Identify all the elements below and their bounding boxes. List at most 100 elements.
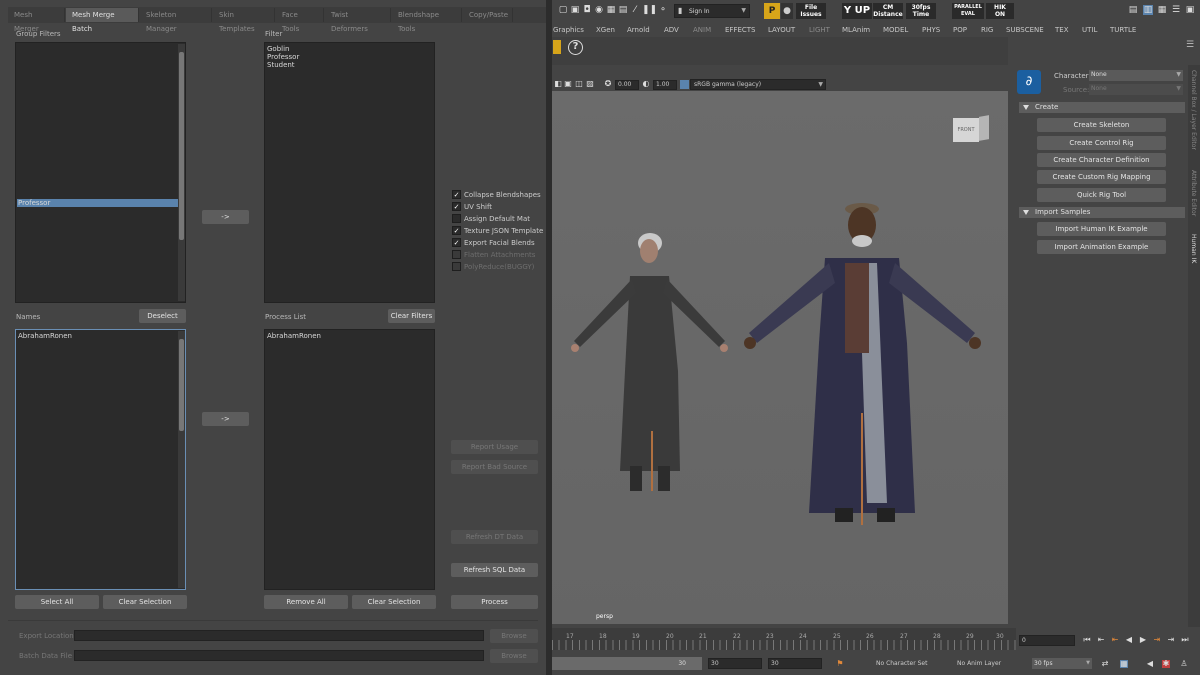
shelf-tab-subscene[interactable]: SUBSCENE: [1006, 24, 1044, 36]
process-list[interactable]: AbrahamRonen: [264, 329, 435, 590]
shelf-tab-layout[interactable]: LAYOUT: [768, 24, 795, 36]
deselect-button[interactable]: Deselect: [139, 309, 186, 323]
create-section-header[interactable]: Create: [1019, 102, 1185, 113]
scrollbar[interactable]: [178, 44, 185, 301]
import-samples-section-header[interactable]: Import Samples: [1019, 207, 1185, 218]
view-icon[interactable]: ◧: [553, 79, 563, 89]
anim-end-field[interactable]: 30: [768, 658, 822, 669]
help-icon[interactable]: ?: [568, 40, 583, 55]
import-animation-example-button[interactable]: Import Animation Example: [1037, 240, 1166, 254]
layout-icon[interactable]: ▥: [1143, 5, 1153, 15]
panel-icon[interactable]: ▦: [1157, 5, 1167, 15]
color-space-dropdown[interactable]: sRGB gamma (legacy) ▼: [690, 79, 826, 90]
create-custom-rig-mapping-button[interactable]: Create Custom Rig Mapping: [1037, 170, 1166, 184]
create-character-definition-button[interactable]: Create Character Definition: [1037, 153, 1166, 167]
clear-filters-button[interactable]: Clear Filters: [388, 309, 435, 323]
scrollbar[interactable]: [178, 331, 185, 588]
exposure-field[interactable]: 0.00: [615, 80, 639, 90]
fps-dropdown[interactable]: 30 fps ▼: [1032, 658, 1092, 669]
quick-rig-tool-button[interactable]: Quick Rig Tool: [1037, 188, 1166, 202]
group-filters-list[interactable]: Professor: [15, 42, 186, 303]
tab-blendshape-tools[interactable]: Blendshape Tools: [392, 8, 462, 33]
scrollbar-thumb[interactable]: [179, 339, 184, 431]
gamma-icon[interactable]: ◐: [641, 79, 651, 89]
character-model-student[interactable]: [570, 231, 735, 506]
key-icon[interactable]: ⚑: [836, 660, 844, 668]
create-control-rig-button[interactable]: Create Control Rig: [1037, 136, 1166, 150]
gamma-field[interactable]: 1.00: [653, 80, 677, 90]
report-bad-source-button[interactable]: Report Bad Source: [451, 460, 538, 474]
refresh-sql-data-button[interactable]: Refresh SQL Data: [451, 563, 538, 577]
character-dropdown[interactable]: None ▼: [1089, 70, 1183, 81]
side-tab-attribute-editor[interactable]: Attribute Editor: [1190, 170, 1197, 216]
shelf-tab-phys[interactable]: PHYS: [922, 24, 940, 36]
film-icon[interactable]: ◫: [574, 79, 584, 89]
camera-icon[interactable]: ◘: [582, 5, 592, 15]
list-item-process[interactable]: AbrahamRonen: [267, 332, 321, 340]
view-cube-front[interactable]: FRONT: [953, 118, 979, 142]
tool-icon[interactable]: ⚬: [658, 5, 668, 15]
y-up-button[interactable]: Y UP: [842, 3, 872, 19]
checkbox[interactable]: ✓: [452, 226, 461, 235]
folder-icon[interactable]: ▢: [558, 5, 568, 15]
record-icon[interactable]: ●: [781, 3, 793, 19]
batch-browse-button[interactable]: Browse: [490, 649, 538, 663]
character-set-dropdown[interactable]: No Character Set: [874, 658, 948, 669]
step-back-key-icon[interactable]: ⇤: [1097, 636, 1105, 644]
list-icon[interactable]: ☰: [1171, 5, 1181, 15]
shelf-tab-pop[interactable]: POP: [953, 24, 967, 36]
image-icon[interactable]: ▤: [618, 5, 628, 15]
shelf-tab-graphics[interactable]: Graphics: [553, 24, 584, 36]
wire-icon[interactable]: ▨: [585, 79, 595, 89]
side-tab-human-ik[interactable]: Human IK: [1190, 234, 1197, 263]
select-all-button[interactable]: Select All: [15, 595, 99, 609]
shelf-tab-arnold[interactable]: Arnold: [627, 24, 650, 36]
checkbox[interactable]: ✓: [452, 190, 461, 199]
shelf-tab-adv[interactable]: ADV: [664, 24, 679, 36]
tab-skeleton-manager[interactable]: Skeleton Manager: [140, 8, 212, 33]
tab-face-tools[interactable]: Face Tools: [276, 8, 324, 33]
export-browse-button[interactable]: Browse: [490, 629, 538, 643]
tab-skin-templates[interactable]: Skin Templates: [213, 8, 275, 33]
checkbox[interactable]: [452, 214, 461, 223]
anim-layer-dropdown[interactable]: No Anim Layer: [955, 658, 1027, 669]
report-usage-button[interactable]: Report Usage: [451, 440, 538, 454]
loop-icon[interactable]: ⇄: [1101, 660, 1109, 668]
shelf-tab-anim[interactable]: ANIM: [693, 24, 711, 36]
create-skeleton-button[interactable]: Create Skeleton: [1037, 118, 1166, 132]
range-slider[interactable]: 30: [552, 657, 702, 670]
play-backward-icon[interactable]: ◀: [1125, 636, 1133, 644]
tab-twist-deformers[interactable]: Twist Deformers: [325, 8, 391, 33]
play-forward-icon[interactable]: ▶: [1139, 636, 1147, 644]
shelf-tab-tex[interactable]: TEX: [1055, 24, 1069, 36]
pause-icon[interactable]: ❚❚: [642, 5, 657, 15]
shelf-tab-effects[interactable]: EFFECTS: [725, 24, 756, 36]
shelf-tab-light[interactable]: LIGHT: [809, 24, 830, 36]
lock-icon[interactable]: ▣: [563, 79, 573, 89]
shelf-tab-xgen[interactable]: XGen: [596, 24, 615, 36]
batch-data-file-field[interactable]: [74, 650, 484, 661]
checkbox[interactable]: ✓: [452, 238, 461, 247]
remove-all-button[interactable]: Remove All: [264, 595, 348, 609]
character-control-icon[interactable]: ♙: [1180, 660, 1188, 668]
go-to-end-icon[interactable]: ⏭: [1181, 636, 1189, 644]
shelf-tab-util[interactable]: UTIL: [1082, 24, 1097, 36]
view-cube[interactable]: FRONT: [953, 114, 991, 142]
filter-items[interactable]: Goblin Professor Student: [267, 45, 299, 69]
import-human-ik-example-button[interactable]: Import Human IK Example: [1037, 222, 1166, 236]
step-back-icon[interactable]: ⇤: [1111, 636, 1119, 644]
save-icon[interactable]: ▣: [570, 5, 580, 15]
process-button[interactable]: Process: [451, 595, 538, 609]
shelf-item-icon[interactable]: [553, 40, 561, 54]
time-slider[interactable]: [552, 628, 1016, 650]
clear-selection-names-button[interactable]: Clear Selection: [103, 595, 187, 609]
refresh-dt-data-button[interactable]: Refresh DT Data: [451, 530, 538, 544]
sign-in-dropdown[interactable]: ▮ Sign In ▼: [674, 4, 750, 18]
character-model-professor[interactable]: [737, 203, 997, 543]
go-to-start-icon[interactable]: ⏮: [1083, 636, 1091, 644]
file-issues-button[interactable]: File Issues: [796, 3, 826, 19]
parallel-eval-button[interactable]: PARALLEL EVAL: [952, 3, 984, 19]
list-item-professor[interactable]: Professor: [18, 199, 50, 207]
exposure-icon[interactable]: ✪: [603, 79, 613, 89]
add-to-process-arrow-button[interactable]: ->: [202, 412, 249, 426]
